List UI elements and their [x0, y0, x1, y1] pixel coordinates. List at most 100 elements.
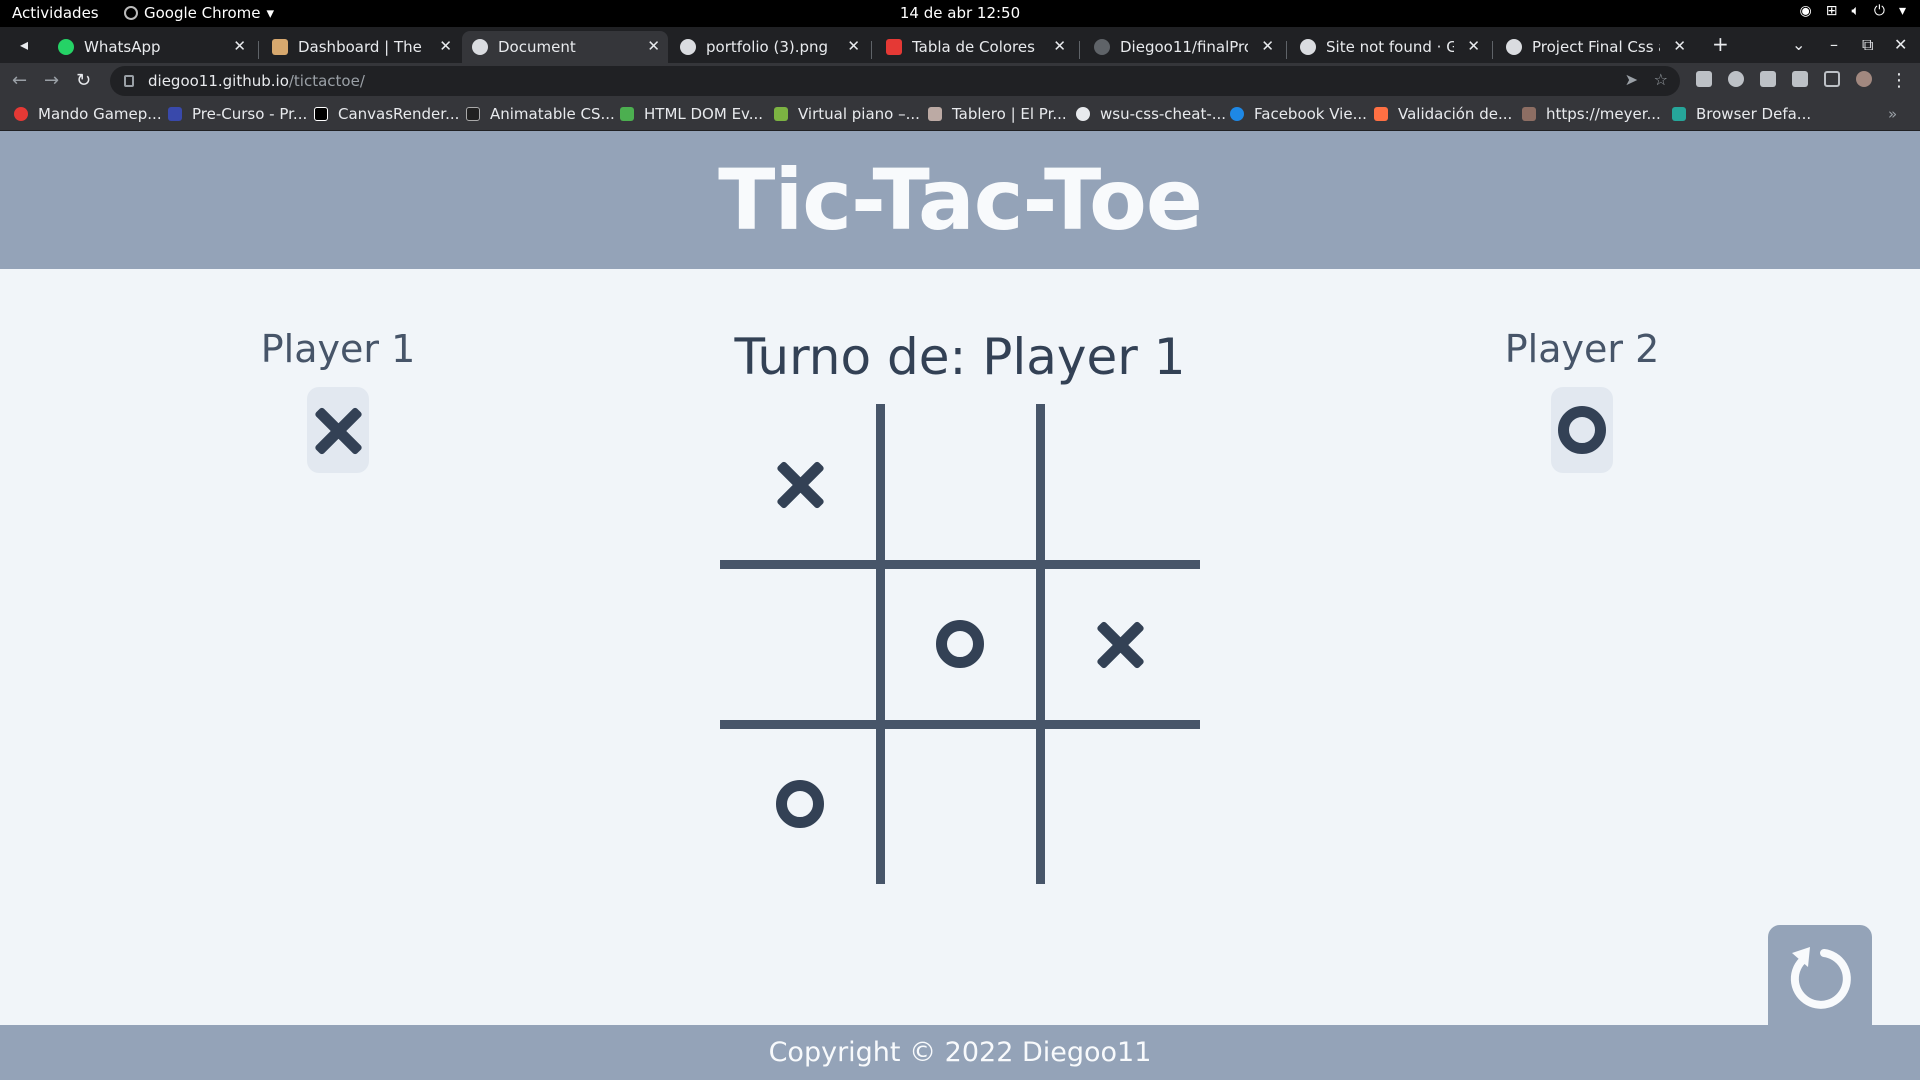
send-icon[interactable]: ➤ — [1625, 70, 1638, 89]
bookmark-icon — [1230, 107, 1244, 121]
tab-github[interactable]: Diegoo11/finalProje ✕ — [1084, 31, 1282, 63]
close-window-icon[interactable]: ✕ — [1894, 35, 1907, 54]
avatar[interactable] — [1856, 71, 1872, 87]
network-icon: ⊞ — [1825, 3, 1838, 19]
board-cell[interactable] — [720, 404, 880, 564]
globe-icon — [680, 39, 696, 55]
system-top-bar: Actividades Google Chrome ▾ 14 de abr 12… — [0, 0, 1920, 27]
tab-search-left-icon[interactable]: ◂ — [20, 35, 28, 54]
tab-odin[interactable]: Dashboard | The Odin ✕ — [262, 31, 460, 63]
address-path: /tictactoe/ — [288, 72, 365, 90]
tab-site-not-found[interactable]: Site not found · GitH ✕ — [1290, 31, 1488, 63]
turn-indicator: Turno de: Player 1 — [734, 328, 1186, 386]
reset-button[interactable] — [1768, 925, 1872, 1029]
bookmark-item[interactable]: Virtual piano –... — [774, 105, 920, 123]
x-mark-icon — [1096, 620, 1144, 668]
bookmark-label: Pre-Curso - Pr... — [192, 105, 308, 123]
bookmark-item[interactable]: Facebook Vie... — [1230, 105, 1367, 123]
bookmark-item[interactable]: Mando Gamep... — [14, 105, 162, 123]
board-cell[interactable] — [880, 724, 1040, 884]
close-tab-icon[interactable]: ✕ — [233, 37, 246, 55]
tab-search-icon[interactable]: ⌄ — [1792, 35, 1805, 54]
tab-document[interactable]: Document ✕ — [462, 31, 668, 63]
bookmark-icon — [1522, 107, 1536, 121]
discord-icon: ◉ — [1799, 3, 1812, 19]
side-panel-icon[interactable] — [1824, 71, 1840, 87]
close-tab-icon[interactable]: ✕ — [847, 37, 860, 55]
address-bar[interactable]: diegoo11.github.io/tictactoe/ ➤ ☆ — [110, 66, 1680, 96]
bookmark-label: Validación de... — [1398, 105, 1513, 123]
chevron-down-icon: ▾ — [1898, 3, 1906, 19]
board-cell[interactable] — [1040, 724, 1200, 884]
bookmark-item[interactable]: Browser Defa... — [1672, 105, 1811, 123]
o-mark-icon — [776, 780, 824, 828]
bookmark-item[interactable]: Pre-Curso - Pr... — [168, 105, 307, 123]
reading-list-icon[interactable] — [1792, 71, 1808, 87]
tab-title: portfolio (3).png (28 — [706, 38, 834, 56]
forward-icon[interactable]: → — [44, 70, 59, 91]
bookmarks-overflow-icon[interactable]: » — [1888, 105, 1897, 123]
star-icon[interactable]: ☆ — [1654, 70, 1668, 89]
close-tab-icon[interactable]: ✕ — [439, 37, 452, 55]
extensions-icon[interactable] — [1760, 71, 1776, 87]
new-tab-icon[interactable]: + — [1712, 32, 1729, 56]
bookmark-icon — [928, 107, 942, 121]
bookmark-label: CanvasRender... — [338, 105, 460, 123]
bookmark-item[interactable]: Tablero | El Pr... — [928, 105, 1067, 123]
web-page: Tic-Tac-Toe Player 1 Turno de: Player 1 … — [0, 131, 1920, 1080]
minimize-icon[interactable]: – — [1830, 35, 1838, 54]
page-footer: Copyright © 2022 Diegoo11 — [0, 1025, 1920, 1080]
cast-icon[interactable] — [1696, 71, 1712, 87]
close-tab-icon[interactable]: ✕ — [1467, 37, 1480, 55]
system-tray[interactable]: ◉ ⊞ 🔈︎ ⏻ ▾ — [1800, 3, 1906, 19]
reload-icon[interactable]: ↻ — [76, 70, 91, 91]
bookmark-icon — [1374, 107, 1388, 121]
bookmark-item[interactable]: HTML DOM Ev... — [620, 105, 763, 123]
board-cell[interactable] — [1040, 564, 1200, 724]
board-cell[interactable] — [720, 724, 880, 884]
tab-project-final[interactable]: Project Final Css and ✕ — [1496, 31, 1694, 63]
bookmark-label: Mando Gamep... — [38, 105, 162, 123]
bookmark-label: https://meyer... — [1546, 105, 1661, 123]
x-mark-icon — [776, 460, 824, 508]
o-mark-icon — [936, 620, 984, 668]
menu-icon[interactable]: ⋮ — [1890, 70, 1908, 91]
bookmark-item[interactable]: Validación de... — [1374, 105, 1512, 123]
lock-icon[interactable] — [124, 75, 134, 87]
close-tab-icon[interactable]: ✕ — [647, 37, 660, 55]
close-tab-icon[interactable]: ✕ — [1053, 37, 1066, 55]
browser-toolbar: ← → ↻ diegoo11.github.io/tictactoe/ ➤ ☆ … — [0, 63, 1920, 99]
close-tab-icon[interactable]: ✕ — [1673, 37, 1686, 55]
bookmark-item[interactable]: CanvasRender... — [314, 105, 459, 123]
bookmark-label: HTML DOM Ev... — [644, 105, 764, 123]
bookmark-label: Tablero | El Pr... — [952, 105, 1067, 123]
globe-icon — [1506, 39, 1522, 55]
tab-whatsapp[interactable]: WhatsApp ✕ — [48, 31, 254, 63]
board-cell[interactable] — [1040, 404, 1200, 564]
power-icon: ⏻ — [1873, 3, 1885, 19]
board-cell[interactable] — [880, 404, 1040, 564]
close-tab-icon[interactable]: ✕ — [1261, 37, 1274, 55]
bookmark-item[interactable]: wsu-css-cheat-... — [1076, 105, 1226, 123]
board-cell[interactable] — [880, 564, 1040, 724]
clock[interactable]: 14 de abr 12:50 — [0, 4, 1920, 22]
app-menu[interactable]: Google Chrome ▾ — [124, 4, 274, 22]
back-icon[interactable]: ← — [12, 70, 27, 91]
restore-icon[interactable]: ⧉ — [1862, 35, 1873, 55]
bookmark-icon — [1672, 107, 1686, 121]
player1-panel: Player 1 — [218, 327, 458, 473]
bookmark-icon — [168, 107, 182, 121]
bookmark-item[interactable]: Animatable CS... — [466, 105, 615, 123]
tab-colores[interactable]: Tabla de Colores — C ✕ — [876, 31, 1074, 63]
react-devtools-icon[interactable] — [1728, 71, 1744, 87]
caret-down-icon: ▾ — [266, 4, 275, 22]
bookmark-label: Animatable CS... — [490, 105, 615, 123]
board-cell[interactable] — [720, 564, 880, 724]
address-host: diegoo11.github.io — [148, 72, 289, 90]
activities-button[interactable]: Actividades — [12, 4, 99, 22]
bookmark-icon — [466, 107, 480, 121]
bookmark-label: wsu-css-cheat-... — [1100, 105, 1227, 123]
app-menu-label: Google Chrome — [144, 4, 261, 22]
tab-portfolio[interactable]: portfolio (3).png (28 ✕ — [670, 31, 868, 63]
bookmark-item[interactable]: https://meyer... — [1522, 105, 1661, 123]
